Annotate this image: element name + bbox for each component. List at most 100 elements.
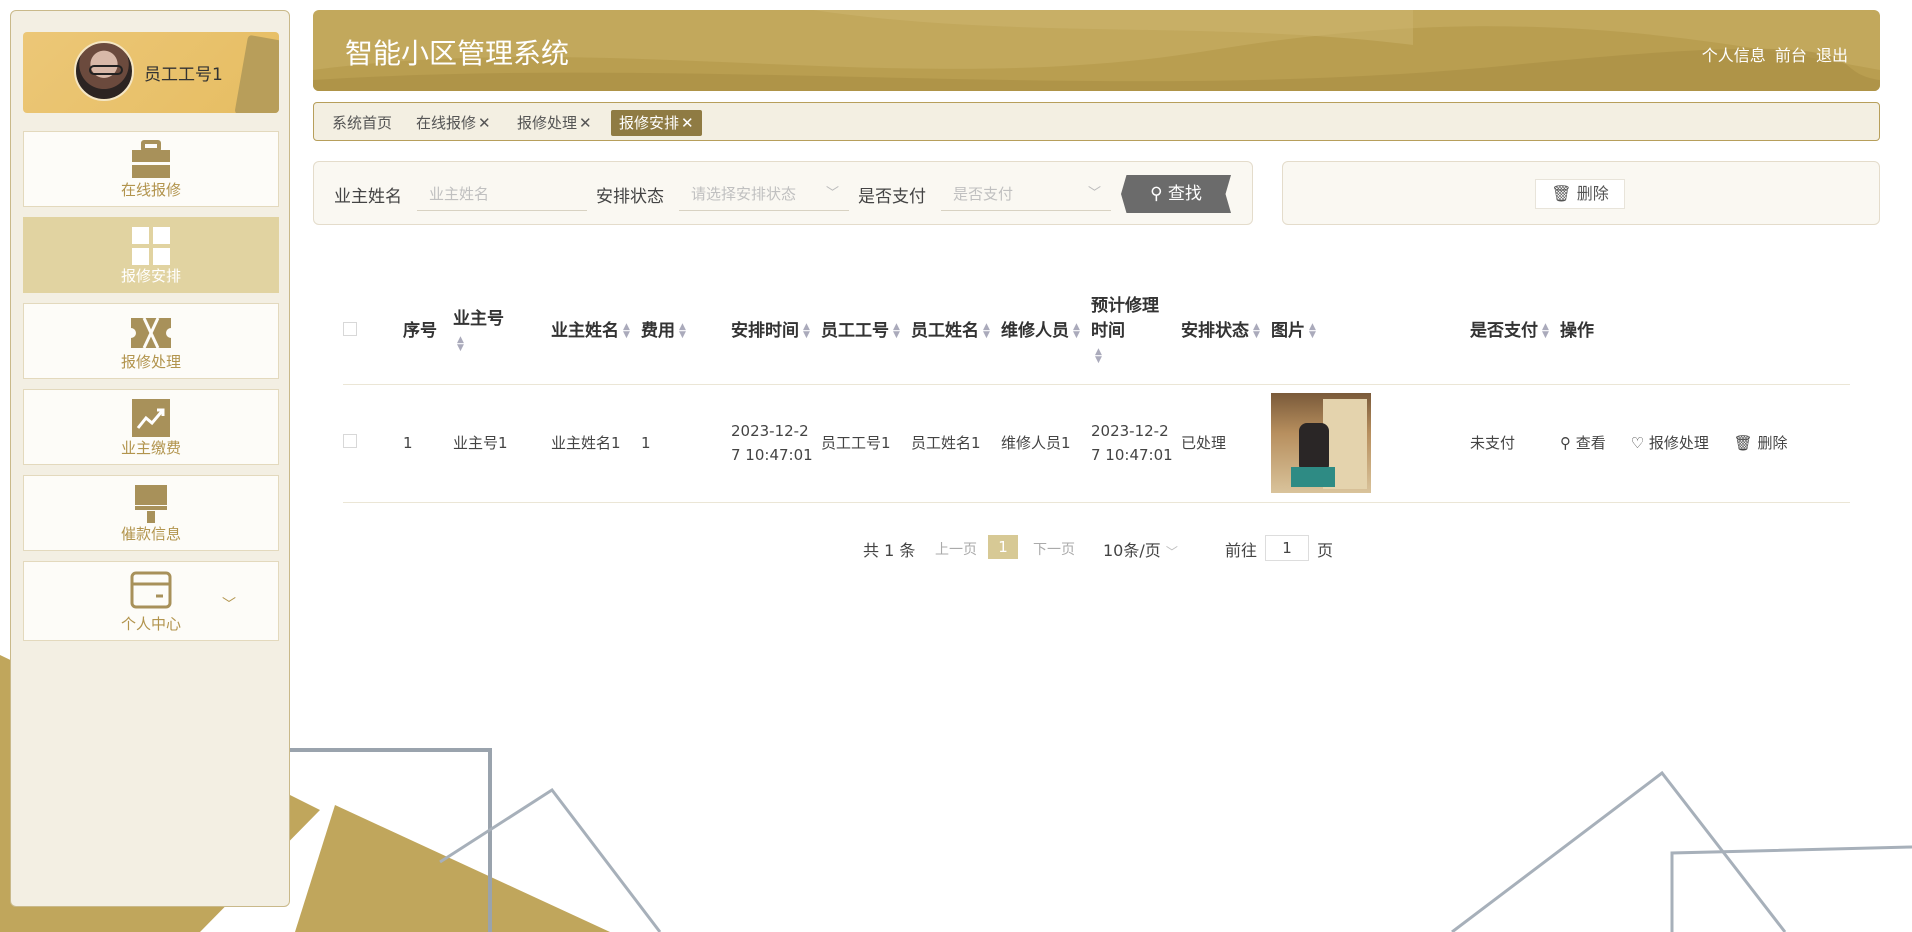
sort-icon[interactable]: ▲ ▼: [983, 323, 990, 340]
col-owner-name[interactable]: 业主姓名 ▲ ▼: [551, 280, 641, 385]
sidebar: 员工工号1 在线报修 报修安排 报修处理 业主缴费 催款信息 个人中心 ﹀: [10, 10, 290, 907]
status-select[interactable]: 请选择安排状态 ﹀: [679, 177, 849, 211]
cell-actions: ⚲ 查看 ♡ 报修处理 🗑 删除: [1560, 384, 1850, 503]
cell-staff-name: 员工姓名1: [911, 384, 1001, 503]
repair-handle-button[interactable]: ♡ 报修处理: [1631, 434, 1709, 452]
sort-icon[interactable]: ▲ ▼: [679, 323, 686, 340]
data-table: 序号 业主号 ▲ ▼ 业主姓名 ▲ ▼ 费用 ▲ ▼ 安排时间 ▲ ▼ 员工工号 ▲ ▼ 员工姓名 ▲…: [343, 280, 1850, 503]
sidebar-item-personal-center[interactable]: 个人中心 ﹀: [23, 561, 279, 641]
sort-icon[interactable]: ▲ ▼: [1095, 348, 1102, 365]
col-fee[interactable]: 费用 ▲ ▼: [641, 280, 731, 385]
sidebar-item-dunning-info[interactable]: 催款信息: [23, 475, 279, 551]
sidebar-item-label: 催款信息: [120, 525, 181, 543]
profile-link[interactable]: 个人信息: [1702, 46, 1766, 65]
prev-page-button[interactable]: 上一页: [935, 539, 977, 559]
sidebar-item-label: 报修安排: [120, 267, 181, 285]
table-header-row: 序号 业主号 ▲ ▼ 业主姓名 ▲ ▼ 费用 ▲ ▼ 安排时间 ▲ ▼ 员工工号 ▲ ▼ 员工姓名 ▲…: [343, 280, 1850, 385]
chevron-down-icon: ﹀: [1087, 186, 1101, 201]
status-label: 安排状态: [596, 187, 664, 207]
sidebar-item-label: 业主缴费: [120, 439, 181, 457]
sort-icon[interactable]: ▲ ▼: [1253, 323, 1260, 340]
next-page-button[interactable]: 下一页: [1033, 539, 1075, 559]
col-index[interactable]: 序号: [403, 280, 453, 385]
col-actions: 操作: [1560, 280, 1850, 385]
tab-online-repair[interactable]: 在线报修 ✕: [416, 112, 491, 133]
table-row: 1 业主号1 业主姓名1 1 2023-12-27 10:47:01 员工工号1…: [343, 384, 1850, 503]
col-repairer[interactable]: 维修人员 ▲ ▼: [1001, 280, 1091, 385]
col-expected-time[interactable]: 预计修理时间 ▲ ▼: [1091, 280, 1181, 385]
view-button[interactable]: ⚲ 查看: [1560, 434, 1606, 452]
goto-page-input[interactable]: 1: [1265, 535, 1309, 561]
sidebar-item-owner-payment[interactable]: 业主缴费: [23, 389, 279, 465]
user-card[interactable]: 员工工号1: [23, 32, 279, 113]
tab-home[interactable]: 系统首页: [332, 112, 392, 133]
col-staff-name[interactable]: 员工姓名 ▲ ▼: [911, 280, 1001, 385]
page-number-1[interactable]: 1: [988, 535, 1018, 559]
trash-icon: 🗑: [1733, 434, 1753, 452]
avatar: [74, 41, 134, 101]
user-name: 员工工号1: [144, 65, 223, 85]
col-owner-no[interactable]: 业主号 ▲ ▼: [453, 280, 551, 385]
row-delete-button[interactable]: 🗑 删除: [1734, 434, 1788, 452]
sort-icon[interactable]: ▲ ▼: [623, 323, 630, 340]
header-links: 个人信息 前台 退出: [1698, 42, 1848, 66]
search-icon: ⚲: [1150, 184, 1163, 204]
frontend-link[interactable]: 前台: [1775, 46, 1807, 65]
select-all-checkbox-cell: [343, 280, 403, 385]
page-size-select[interactable]: 10条/页 ﹀: [1103, 537, 1178, 561]
chevron-down-icon[interactable]: ﹀: [222, 594, 236, 614]
trash-icon: 🗑: [1551, 184, 1572, 203]
close-icon[interactable]: ✕: [478, 114, 491, 132]
cell-repairer: 维修人员1: [1001, 384, 1091, 503]
tab-repair-handling[interactable]: 报修处理 ✕: [517, 112, 592, 133]
sort-icon[interactable]: ▲ ▼: [457, 335, 464, 352]
paid-label: 是否支付: [858, 187, 926, 207]
sidebar-item-repair-handling[interactable]: 报修处理: [23, 303, 279, 379]
sort-icon[interactable]: ▲ ▼: [1073, 323, 1080, 340]
col-paid[interactable]: 是否支付 ▲ ▼: [1470, 280, 1560, 385]
sort-icon[interactable]: ▲ ▼: [803, 323, 810, 340]
row-checkbox[interactable]: [343, 434, 357, 448]
search-button[interactable]: ⚲ 查找: [1121, 175, 1231, 213]
row-checkbox-cell: [343, 384, 403, 503]
sidebar-item-label: 报修处理: [120, 353, 181, 371]
col-arrange-time[interactable]: 安排时间 ▲ ▼: [731, 280, 821, 385]
close-icon[interactable]: ✕: [681, 114, 694, 132]
cell-fee: 1: [641, 384, 731, 503]
cell-status: 已处理: [1181, 384, 1271, 503]
logout-link[interactable]: 退出: [1816, 46, 1848, 65]
select-all-checkbox[interactable]: [343, 322, 357, 337]
sort-icon[interactable]: ▲ ▼: [1542, 323, 1549, 340]
action-panel: 🗑 删除: [1282, 161, 1880, 225]
cell-arrange-time: 2023-12-27 10:47:01: [731, 384, 821, 503]
close-icon[interactable]: ✕: [579, 114, 592, 132]
cell-expected-time: 2023-12-27 10:47:01: [1091, 384, 1181, 503]
brush-icon: [135, 485, 167, 523]
sidebar-item-label: 在线报修: [120, 181, 181, 199]
owner-name-input[interactable]: 业主姓名: [417, 177, 587, 211]
paid-select[interactable]: 是否支付 ﹀: [941, 177, 1111, 211]
search-icon: ⚲: [1560, 434, 1571, 452]
owner-name-label: 业主姓名: [334, 187, 402, 207]
col-staff-no[interactable]: 员工工号 ▲ ▼: [821, 280, 911, 385]
sidebar-item-online-repair[interactable]: 在线报修: [23, 131, 279, 207]
repair-photo-thumbnail[interactable]: [1271, 393, 1371, 493]
app-title: 智能小区管理系统: [345, 37, 570, 70]
sidebar-item-repair-arrangement[interactable]: 报修安排: [23, 217, 279, 293]
heart-icon: ♡: [1630, 434, 1645, 452]
col-status[interactable]: 安排状态 ▲ ▼: [1181, 280, 1271, 385]
chevron-down-icon: ﹀: [1165, 545, 1178, 559]
cell-owner-no: 业主号1: [453, 384, 551, 503]
sort-icon[interactable]: ▲ ▼: [1309, 323, 1316, 340]
card-icon: [130, 571, 172, 609]
col-image[interactable]: 图片 ▲ ▼: [1271, 280, 1470, 385]
search-panel: 业主姓名 业主姓名 安排状态 请选择安排状态 ﹀ 是否支付 是否支付 ﹀ ⚲ 查…: [313, 161, 1253, 225]
ticket-icon: [131, 317, 171, 349]
pagination-total: 共 1 条: [863, 541, 916, 560]
tab-repair-arrangement[interactable]: 报修安排 ✕: [611, 110, 702, 136]
sort-icon[interactable]: ▲ ▼: [893, 323, 900, 340]
top-header: 智能小区管理系统 个人信息 前台 退出: [313, 10, 1880, 91]
briefcase-icon: [132, 140, 170, 178]
sidebar-item-label: 个人中心: [120, 615, 181, 633]
delete-button[interactable]: 🗑 删除: [1535, 179, 1625, 209]
